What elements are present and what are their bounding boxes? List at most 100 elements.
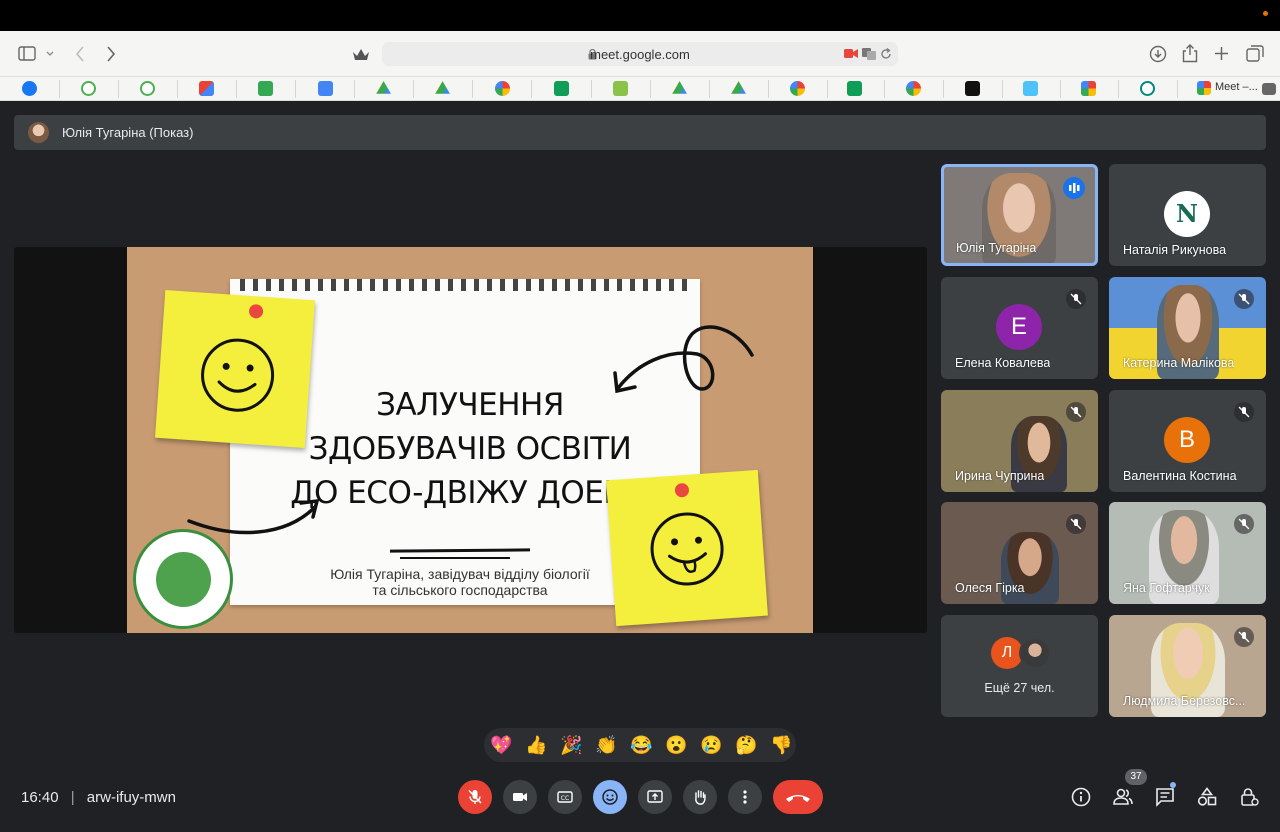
participant-count-badge: 37 — [1125, 769, 1147, 785]
clock-time: 16:40 — [21, 789, 59, 806]
reaction-thumbs-down[interactable]: 👎 — [770, 734, 792, 756]
participant-tile[interactable]: Яна Гофтарчук — [1109, 502, 1266, 604]
mic-off-icon — [1234, 289, 1254, 309]
share-icon[interactable] — [1182, 44, 1198, 63]
participant-tile[interactable]: Ирина Чуприна — [941, 390, 1098, 492]
bookmark-site-icon[interactable] — [1023, 81, 1038, 96]
google-icon[interactable] — [495, 81, 510, 96]
notebook-rings — [240, 279, 690, 291]
slide-title-line: ЗДОБУВАЧІВ ОСВІТИ — [308, 431, 632, 467]
facebook-icon[interactable] — [22, 81, 37, 96]
participant-tile[interactable]: Людмила Березовс... — [1109, 615, 1266, 717]
bookmark-site-icon[interactable] — [1140, 81, 1155, 96]
classroom-icon[interactable] — [258, 81, 273, 96]
emoji-reactions-button[interactable] — [593, 780, 627, 814]
curly-arrow-icon — [613, 325, 754, 394]
reaction-laugh[interactable]: 😂 — [630, 734, 652, 756]
captions-button[interactable]: CC — [548, 780, 582, 814]
people-icon[interactable] — [1113, 787, 1133, 807]
google-icon[interactable] — [790, 81, 805, 96]
present-screen-button[interactable] — [638, 780, 672, 814]
chat-icon[interactable] — [1155, 787, 1175, 807]
tongue-smiley-icon — [650, 512, 724, 586]
avatar: B — [1164, 417, 1210, 463]
translate-icon[interactable] — [862, 48, 876, 60]
meet-icon[interactable] — [1081, 81, 1096, 96]
reaction-thumbs-up[interactable]: 👍 — [525, 734, 547, 756]
meeting-info: 16:40 | arw-ifuy-mwn — [21, 789, 176, 806]
reload-icon[interactable] — [880, 48, 892, 60]
reaction-thinking[interactable]: 🤔 — [735, 734, 757, 756]
pin-icon — [674, 482, 690, 498]
camera-toggle-button[interactable] — [503, 780, 537, 814]
back-icon[interactable] — [75, 46, 85, 62]
avatar: E — [996, 304, 1042, 350]
participant-tile[interactable]: E Елена Ковалева — [941, 277, 1098, 379]
mic-off-icon — [1234, 514, 1254, 534]
bookmark-site-icon[interactable] — [613, 81, 628, 96]
underline-stroke — [389, 548, 531, 553]
camera-in-use-icon[interactable] — [844, 48, 858, 59]
participant-tile[interactable]: Юлія Тугаріна — [941, 164, 1098, 266]
downloads-icon[interactable] — [1149, 45, 1167, 63]
host-controls-icon[interactable] — [1239, 787, 1259, 807]
meet-tab-label[interactable]: Meet –... — [1215, 81, 1258, 93]
camera-icon — [513, 793, 527, 801]
address-bar[interactable]: meet.google.com — [382, 42, 898, 66]
help-icon[interactable] — [965, 81, 980, 96]
mic-off-icon — [1066, 402, 1086, 422]
hand-icon — [695, 790, 706, 805]
slide-subtitle: Юлія Тугаріна, завідувач відділу біологі… — [300, 566, 620, 598]
participant-name: Юлія Тугаріна — [956, 241, 1037, 255]
extension-icon[interactable] — [352, 47, 370, 61]
gmail-icon[interactable] — [199, 81, 214, 96]
meet-tab-icon[interactable] — [1197, 81, 1211, 95]
mic-off-icon — [1066, 514, 1086, 534]
leave-call-button[interactable] — [773, 780, 823, 814]
avatar — [1019, 637, 1051, 669]
reaction-surprised[interactable]: 😮 — [665, 734, 687, 756]
bookmark-site-icon[interactable] — [81, 81, 96, 96]
sidebar-toggle-icon[interactable] — [18, 46, 36, 62]
reaction-sad[interactable]: 😢 — [700, 734, 722, 756]
bookmark-site-icon[interactable] — [140, 81, 155, 96]
mic-off-icon — [1234, 627, 1254, 647]
drive-icon[interactable] — [376, 81, 391, 94]
reaction-heart[interactable]: 💖 — [490, 734, 512, 756]
drive-icon[interactable] — [435, 81, 450, 94]
mic-off-icon — [468, 789, 482, 804]
meeting-code: arw-ifuy-mwn — [86, 789, 176, 806]
new-message-dot — [1170, 782, 1176, 788]
smiley-icon — [201, 338, 275, 412]
participant-tile[interactable]: N Наталія Рикунова — [1109, 164, 1266, 266]
hang-up-icon — [786, 795, 810, 802]
new-tab-icon[interactable] — [1214, 46, 1229, 61]
tab-overview-icon[interactable] — [1246, 45, 1264, 62]
camera-icon[interactable] — [1262, 83, 1276, 95]
chevron-down-icon[interactable] — [46, 51, 54, 57]
avatar — [28, 122, 49, 143]
mic-off-icon — [1066, 289, 1086, 309]
more-options-button[interactable] — [728, 780, 762, 814]
reaction-clap[interactable]: 👏 — [595, 734, 617, 756]
participant-tile[interactable]: B Валентина Костина — [1109, 390, 1266, 492]
mic-toggle-button[interactable] — [458, 780, 492, 814]
more-participants-label: Ещё 27 чел. — [984, 681, 1055, 695]
screen-share[interactable]: ЗАЛУЧЕННЯ ЗДОБУВАЧІВ ОСВІТИ ДО ECO-ДВІЖУ… — [14, 247, 927, 633]
drive-icon[interactable] — [672, 81, 687, 94]
raise-hand-button[interactable] — [683, 780, 717, 814]
participant-tile[interactable]: Олеся Гірка — [941, 502, 1098, 604]
docs-icon[interactable] — [318, 81, 333, 96]
participant-name: Ирина Чуприна — [955, 469, 1045, 483]
more-participants-tile[interactable]: Л Ещё 27 чел. — [941, 615, 1098, 717]
activities-icon[interactable] — [1197, 787, 1217, 807]
forward-icon[interactable] — [106, 46, 116, 62]
sheets-icon[interactable] — [554, 81, 569, 96]
meeting-details-icon[interactable] — [1071, 787, 1091, 807]
participant-tile[interactable]: Катерина Малікова — [1109, 277, 1266, 379]
reaction-party[interactable]: 🎉 — [560, 734, 582, 756]
drive-icon[interactable] — [731, 81, 746, 94]
google-icon[interactable] — [906, 81, 921, 96]
sheets-icon[interactable] — [847, 81, 862, 96]
participant-name: Елена Ковалева — [955, 356, 1051, 370]
